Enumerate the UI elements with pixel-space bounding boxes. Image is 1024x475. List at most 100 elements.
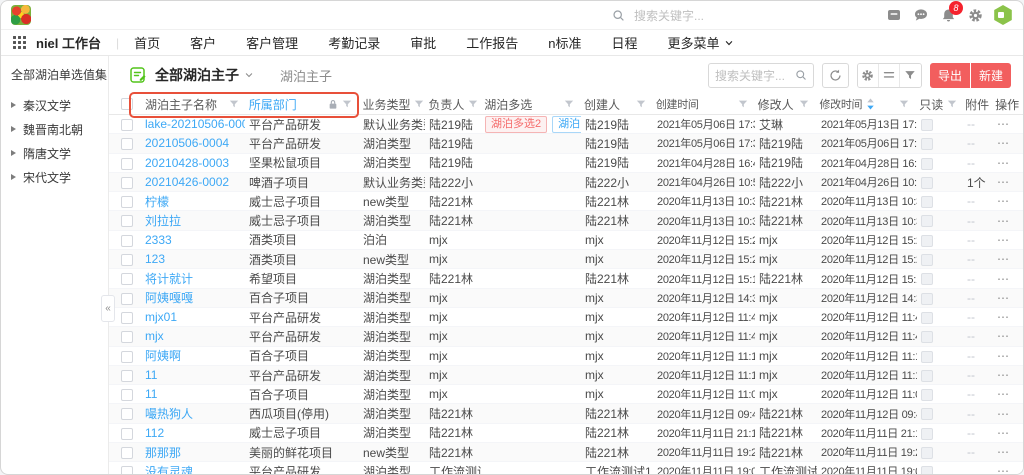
record-link[interactable]: 那那那 <box>145 446 181 460</box>
filter-funnel-icon[interactable] <box>900 64 921 87</box>
row-actions-button[interactable]: ⋯ <box>997 252 1010 266</box>
row-actions-button[interactable]: ⋯ <box>997 310 1010 324</box>
row-checkbox[interactable] <box>121 293 133 305</box>
row-actions-button[interactable]: ⋯ <box>997 272 1010 286</box>
record-link[interactable]: 112 <box>145 426 164 440</box>
column-settings-gear-icon[interactable] <box>858 64 879 87</box>
filter-icon[interactable] <box>564 99 574 109</box>
row-checkbox[interactable] <box>121 177 133 189</box>
readonly-checkbox[interactable] <box>921 466 933 474</box>
record-link[interactable]: 将计就计 <box>145 272 193 286</box>
sidebar-item-2[interactable]: 魏晋南北朝 <box>11 117 102 141</box>
create-button[interactable]: 新建 <box>971 63 1011 88</box>
nav-item-2[interactable]: 客户 <box>190 33 216 52</box>
record-link[interactable]: 20210506-0004 <box>145 136 229 150</box>
row-checkbox[interactable] <box>121 119 133 131</box>
filter-icon[interactable] <box>636 99 646 109</box>
record-link[interactable]: 嘬热狗人 <box>145 407 193 421</box>
readonly-checkbox[interactable] <box>921 235 933 247</box>
column-header-name[interactable]: 湖泊主子名称 <box>141 94 245 114</box>
column-header-owner[interactable]: 负责人 <box>424 94 480 114</box>
row-checkbox[interactable] <box>121 215 133 227</box>
row-actions-button[interactable]: ⋯ <box>997 291 1010 305</box>
settings-gear-icon[interactable] <box>966 6 984 24</box>
readonly-checkbox[interactable] <box>921 293 933 305</box>
column-header-modifier[interactable]: 修改人 <box>754 94 816 114</box>
row-checkbox[interactable] <box>121 273 133 285</box>
sidebar-item-3[interactable]: 隋唐文学 <box>11 141 102 165</box>
row-actions-button[interactable]: ⋯ <box>997 426 1010 440</box>
view-subtitle[interactable]: 湖泊主子 <box>280 66 332 85</box>
sidebar-item-1[interactable]: 秦汉文学 <box>11 93 102 117</box>
row-checkbox[interactable] <box>121 389 133 401</box>
filter-icon[interactable] <box>468 99 478 109</box>
row-checkbox[interactable] <box>121 235 133 247</box>
column-header-creator[interactable]: 创建人 <box>580 94 652 114</box>
row-actions-button[interactable]: ⋯ <box>997 387 1010 401</box>
record-link[interactable]: 没有灵魂 <box>145 465 193 474</box>
readonly-checkbox[interactable] <box>921 331 933 343</box>
record-link[interactable]: 11 <box>145 387 157 401</box>
view-title[interactable]: 全部湖泊主子 <box>155 65 239 85</box>
refresh-button[interactable] <box>822 63 849 88</box>
record-link[interactable]: mjx <box>145 329 164 343</box>
row-actions-button[interactable]: ⋯ <box>997 368 1010 382</box>
global-search[interactable]: 搜索关键字... <box>609 6 737 24</box>
notebook-icon[interactable] <box>885 6 903 24</box>
sort-icon[interactable] <box>866 98 875 110</box>
view-switch-chevron-icon[interactable] <box>244 70 254 80</box>
nav-item-6[interactable]: 工作报告 <box>466 33 518 52</box>
readonly-checkbox[interactable] <box>921 351 933 363</box>
readonly-checkbox[interactable] <box>921 138 933 150</box>
column-header-created_at[interactable]: 创建时间 <box>652 94 754 114</box>
workspace-title[interactable]: niel 工作台 <box>36 33 101 52</box>
record-link[interactable]: 柠檬 <box>145 195 169 209</box>
filter-icon[interactable] <box>799 99 809 109</box>
filter-icon[interactable] <box>229 99 239 109</box>
column-header-actions[interactable]: 操作 <box>991 94 1023 114</box>
nav-item-4[interactable]: 考勤记录 <box>328 33 380 52</box>
nav-item-8[interactable]: 日程 <box>611 33 637 52</box>
row-actions-button[interactable]: ⋯ <box>997 407 1010 421</box>
nav-item-5[interactable]: 审批 <box>410 33 436 52</box>
record-link[interactable]: 阿姨啊 <box>145 349 181 363</box>
row-checkbox[interactable] <box>121 447 133 459</box>
row-height-lines-icon[interactable] <box>879 64 900 87</box>
readonly-checkbox[interactable] <box>921 408 933 420</box>
row-checkbox[interactable] <box>121 138 133 150</box>
record-link[interactable]: 123 <box>145 252 165 266</box>
readonly-checkbox[interactable] <box>921 370 933 382</box>
row-checkbox[interactable] <box>121 331 133 343</box>
sidebar-collapse-handle[interactable]: « <box>101 295 115 322</box>
readonly-checkbox[interactable] <box>921 447 933 459</box>
row-checkbox[interactable] <box>121 351 133 363</box>
row-checkbox[interactable] <box>121 196 133 208</box>
record-link[interactable]: 刘拉拉 <box>145 214 181 228</box>
row-checkbox[interactable] <box>121 158 133 170</box>
record-link[interactable]: 2333 <box>145 233 172 247</box>
nav-item-1[interactable]: 首页 <box>134 33 160 52</box>
notifications-bell-icon[interactable]: 8 <box>939 6 957 24</box>
record-link[interactable]: lake-20210506-0005 <box>145 117 245 131</box>
column-header-readonly[interactable]: 只读 <box>915 94 961 114</box>
sidebar-item-4[interactable]: 宋代文学 <box>11 165 102 189</box>
row-checkbox[interactable] <box>121 312 133 324</box>
row-actions-button[interactable]: ⋯ <box>997 194 1010 208</box>
readonly-checkbox[interactable] <box>921 273 933 285</box>
column-header-multi_select[interactable]: 湖泊多选 <box>480 94 580 114</box>
readonly-checkbox[interactable] <box>921 312 933 324</box>
row-actions-button[interactable]: ⋯ <box>997 136 1010 150</box>
row-actions-button[interactable]: ⋯ <box>997 214 1010 228</box>
column-header-business_type[interactable]: 业务类型 <box>358 94 424 114</box>
filter-icon[interactable] <box>414 99 424 109</box>
table-search-input[interactable]: 搜索关键字... <box>708 63 814 88</box>
column-header-select[interactable] <box>117 94 141 114</box>
column-header-department[interactable]: 所属部门 <box>245 94 359 114</box>
row-checkbox[interactable] <box>121 408 133 420</box>
filter-icon[interactable] <box>342 99 352 109</box>
select-all-checkbox[interactable] <box>121 98 133 110</box>
app-logo[interactable] <box>11 5 31 25</box>
user-avatar[interactable] <box>993 5 1013 25</box>
record-link[interactable]: 11 <box>145 368 157 382</box>
nav-item-7[interactable]: n标准 <box>548 33 581 52</box>
